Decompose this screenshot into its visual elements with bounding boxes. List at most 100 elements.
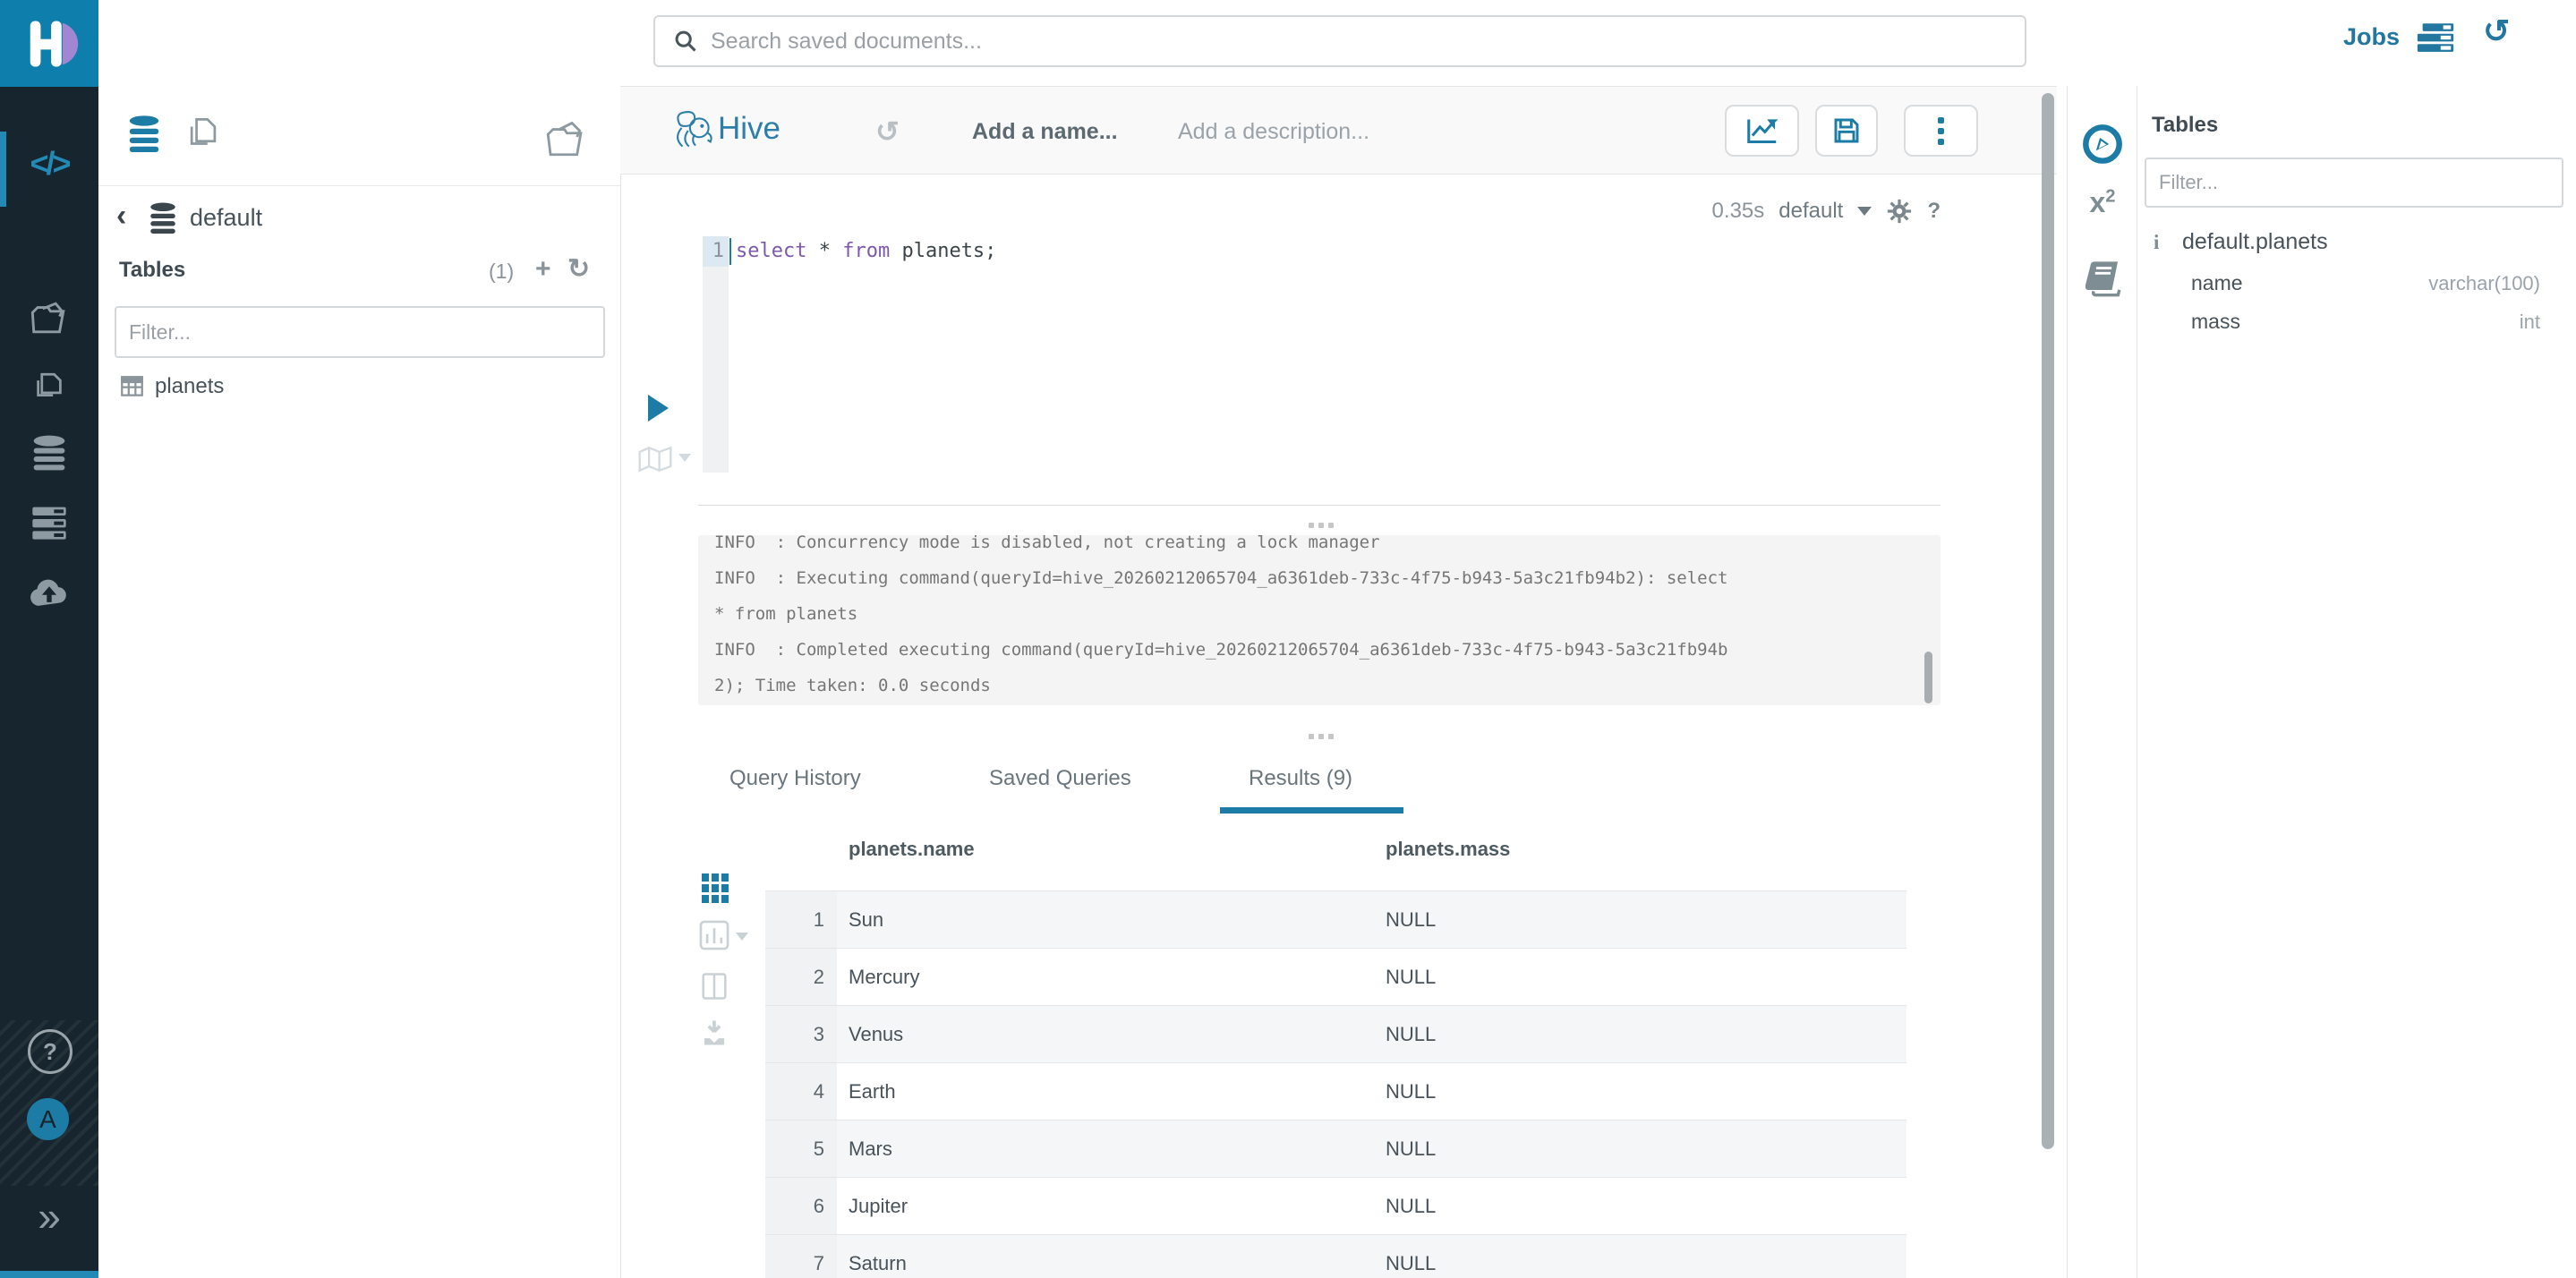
log-line: INFO : Concurrency mode is disabled, not… — [714, 535, 1941, 560]
table-row[interactable]: 5 Mars NULL — [765, 1120, 1906, 1178]
results-table[interactable]: 1 Sun NULL 2 Mercury NULL 3 Venus NULL 4… — [765, 890, 1906, 1278]
assist-folder-button[interactable] — [544, 116, 587, 162]
add-table-button[interactable]: + — [535, 254, 551, 285]
cell-mass: NULL — [1386, 1063, 1436, 1120]
left-panel-divider[interactable] — [620, 86, 621, 1278]
query-name-field[interactable]: Add a name... — [972, 119, 1118, 145]
resize-handle-icon[interactable] — [1309, 523, 1334, 528]
column-name[interactable]: name — [2191, 271, 2243, 295]
search-icon — [673, 29, 698, 54]
folder-document-icon — [29, 297, 70, 338]
search-input[interactable] — [709, 28, 2025, 55]
sidebar-item-tables[interactable] — [0, 435, 98, 475]
functions-icon: x — [2090, 186, 2106, 218]
active-table-name[interactable]: default.planets — [2182, 229, 2328, 255]
tab-results[interactable]: Results (9) — [1249, 766, 1352, 791]
help-icon: ? — [43, 1038, 57, 1066]
table-row[interactable]: 7 Saturn NULL — [765, 1235, 1906, 1278]
cell-mass: NULL — [1386, 1006, 1436, 1062]
log-line: INFO : Executing command(queryId=hive_20… — [714, 560, 1941, 596]
help-icon[interactable]: ? — [1927, 199, 1941, 224]
execution-target[interactable]: default — [1778, 199, 1843, 224]
query-text[interactable]: select * from planets; — [736, 236, 996, 267]
tab-saved-queries[interactable]: Saved Queries — [989, 766, 1131, 791]
main-scrollbar[interactable] — [2042, 93, 2054, 1149]
query-history-icon[interactable]: ↺ — [875, 115, 900, 149]
assist-tab-databases[interactable] — [126, 115, 162, 158]
server-stack-icon — [30, 505, 69, 541]
grid-icon — [702, 873, 729, 904]
table-row[interactable]: 1 Sun NULL — [765, 891, 1906, 949]
row-number: 7 — [765, 1235, 837, 1278]
sql-keyword: from — [842, 240, 890, 262]
chart-button[interactable] — [1725, 105, 1799, 157]
table-row[interactable]: 3 Venus NULL — [765, 1006, 1906, 1063]
sql-keyword: select — [736, 240, 806, 262]
column-name[interactable]: mass — [2191, 310, 2240, 334]
results-columns-button[interactable] — [701, 972, 728, 1005]
editor-log-divider — [698, 505, 1941, 506]
results-download-button[interactable] — [701, 1018, 728, 1052]
log-scrollbar[interactable] — [1924, 652, 1932, 703]
execute-query-button[interactable] — [648, 395, 669, 422]
log-line: * from planets — [714, 596, 1941, 632]
chevron-down-icon[interactable] — [678, 454, 691, 462]
right-strip-divider-left — [2067, 86, 2068, 1278]
sidebar-item-jobs[interactable] — [0, 505, 98, 545]
execution-log[interactable]: INFO : Concurrency mode is disabled, not… — [698, 535, 1941, 705]
sidebar-item-editor[interactable]: </> — [0, 145, 98, 183]
jobs-link[interactable]: Jobs — [2343, 23, 2400, 51]
table-item-planets[interactable]: planets — [155, 374, 224, 399]
sidebar-help-button[interactable]: ? — [28, 1029, 73, 1074]
refresh-tables-button[interactable]: ↻ — [567, 253, 590, 285]
sidebar-expand-button[interactable]: » — [0, 1192, 98, 1240]
right-panel-filter-input[interactable] — [2145, 158, 2563, 208]
sidebar-item-files[interactable] — [0, 367, 98, 411]
table-row[interactable]: 2 Mercury NULL — [765, 949, 1906, 1006]
global-search[interactable] — [653, 15, 2026, 67]
results-grid-view-button[interactable] — [702, 873, 729, 908]
user-avatar[interactable]: A — [27, 1098, 69, 1140]
assistant-tab-functions[interactable]: x2 — [2078, 186, 2127, 219]
save-button[interactable] — [1815, 105, 1878, 157]
chevron-down-icon[interactable] — [1857, 207, 1872, 216]
hue-app: </> — [0, 0, 2576, 1278]
cell-name: Jupiter — [849, 1178, 908, 1234]
engine-name[interactable]: Hive — [718, 111, 780, 147]
tables-count-badge: (1) — [489, 260, 514, 284]
assist-tab-documents[interactable] — [182, 115, 221, 160]
explain-map-button[interactable] — [637, 446, 673, 477]
table-row[interactable]: 4 Earth NULL — [765, 1063, 1906, 1120]
tables-filter-input[interactable] — [115, 306, 605, 358]
hue-logo[interactable] — [0, 0, 98, 87]
info-icon[interactable]: i — [2154, 231, 2159, 254]
column-header-name[interactable]: planets.name — [849, 838, 975, 861]
column-header-mass[interactable]: planets.mass — [1386, 838, 1510, 861]
more-actions-button[interactable] — [1904, 105, 1978, 157]
table-row[interactable]: 6 Jupiter NULL — [765, 1178, 1906, 1235]
settings-gear-icon[interactable] — [1886, 198, 1913, 225]
database-icon — [126, 115, 162, 154]
cell-name: Mars — [849, 1120, 892, 1177]
topbar-history-button[interactable]: ↺ — [2483, 13, 2510, 50]
functions-icon-sup: 2 — [2105, 186, 2115, 206]
cell-name: Saturn — [849, 1235, 907, 1278]
kebab-icon — [1938, 117, 1944, 145]
results-chart-view-button[interactable] — [699, 920, 729, 955]
sidebar-item-documents[interactable] — [0, 297, 98, 343]
row-number: 2 — [765, 949, 837, 1005]
resize-handle-icon[interactable] — [1309, 734, 1334, 739]
tab-query-history[interactable]: Query History — [729, 766, 861, 791]
selected-database[interactable]: default — [190, 204, 262, 232]
query-description-field[interactable]: Add a description... — [1178, 119, 1369, 145]
database-back-button[interactable]: ‹ — [116, 200, 126, 231]
jobs-stack-icon — [2415, 23, 2456, 52]
jobs-browser-button[interactable] — [2415, 23, 2456, 56]
assistant-tab-editor[interactable] — [2082, 124, 2123, 169]
assistant-tab-language-reference[interactable] — [2086, 258, 2125, 303]
map-icon — [637, 446, 673, 473]
sidebar-item-importer[interactable] — [0, 576, 98, 613]
chevron-down-icon[interactable] — [736, 933, 748, 941]
cell-mass: NULL — [1386, 1120, 1436, 1177]
cell-mass: NULL — [1386, 1178, 1436, 1234]
